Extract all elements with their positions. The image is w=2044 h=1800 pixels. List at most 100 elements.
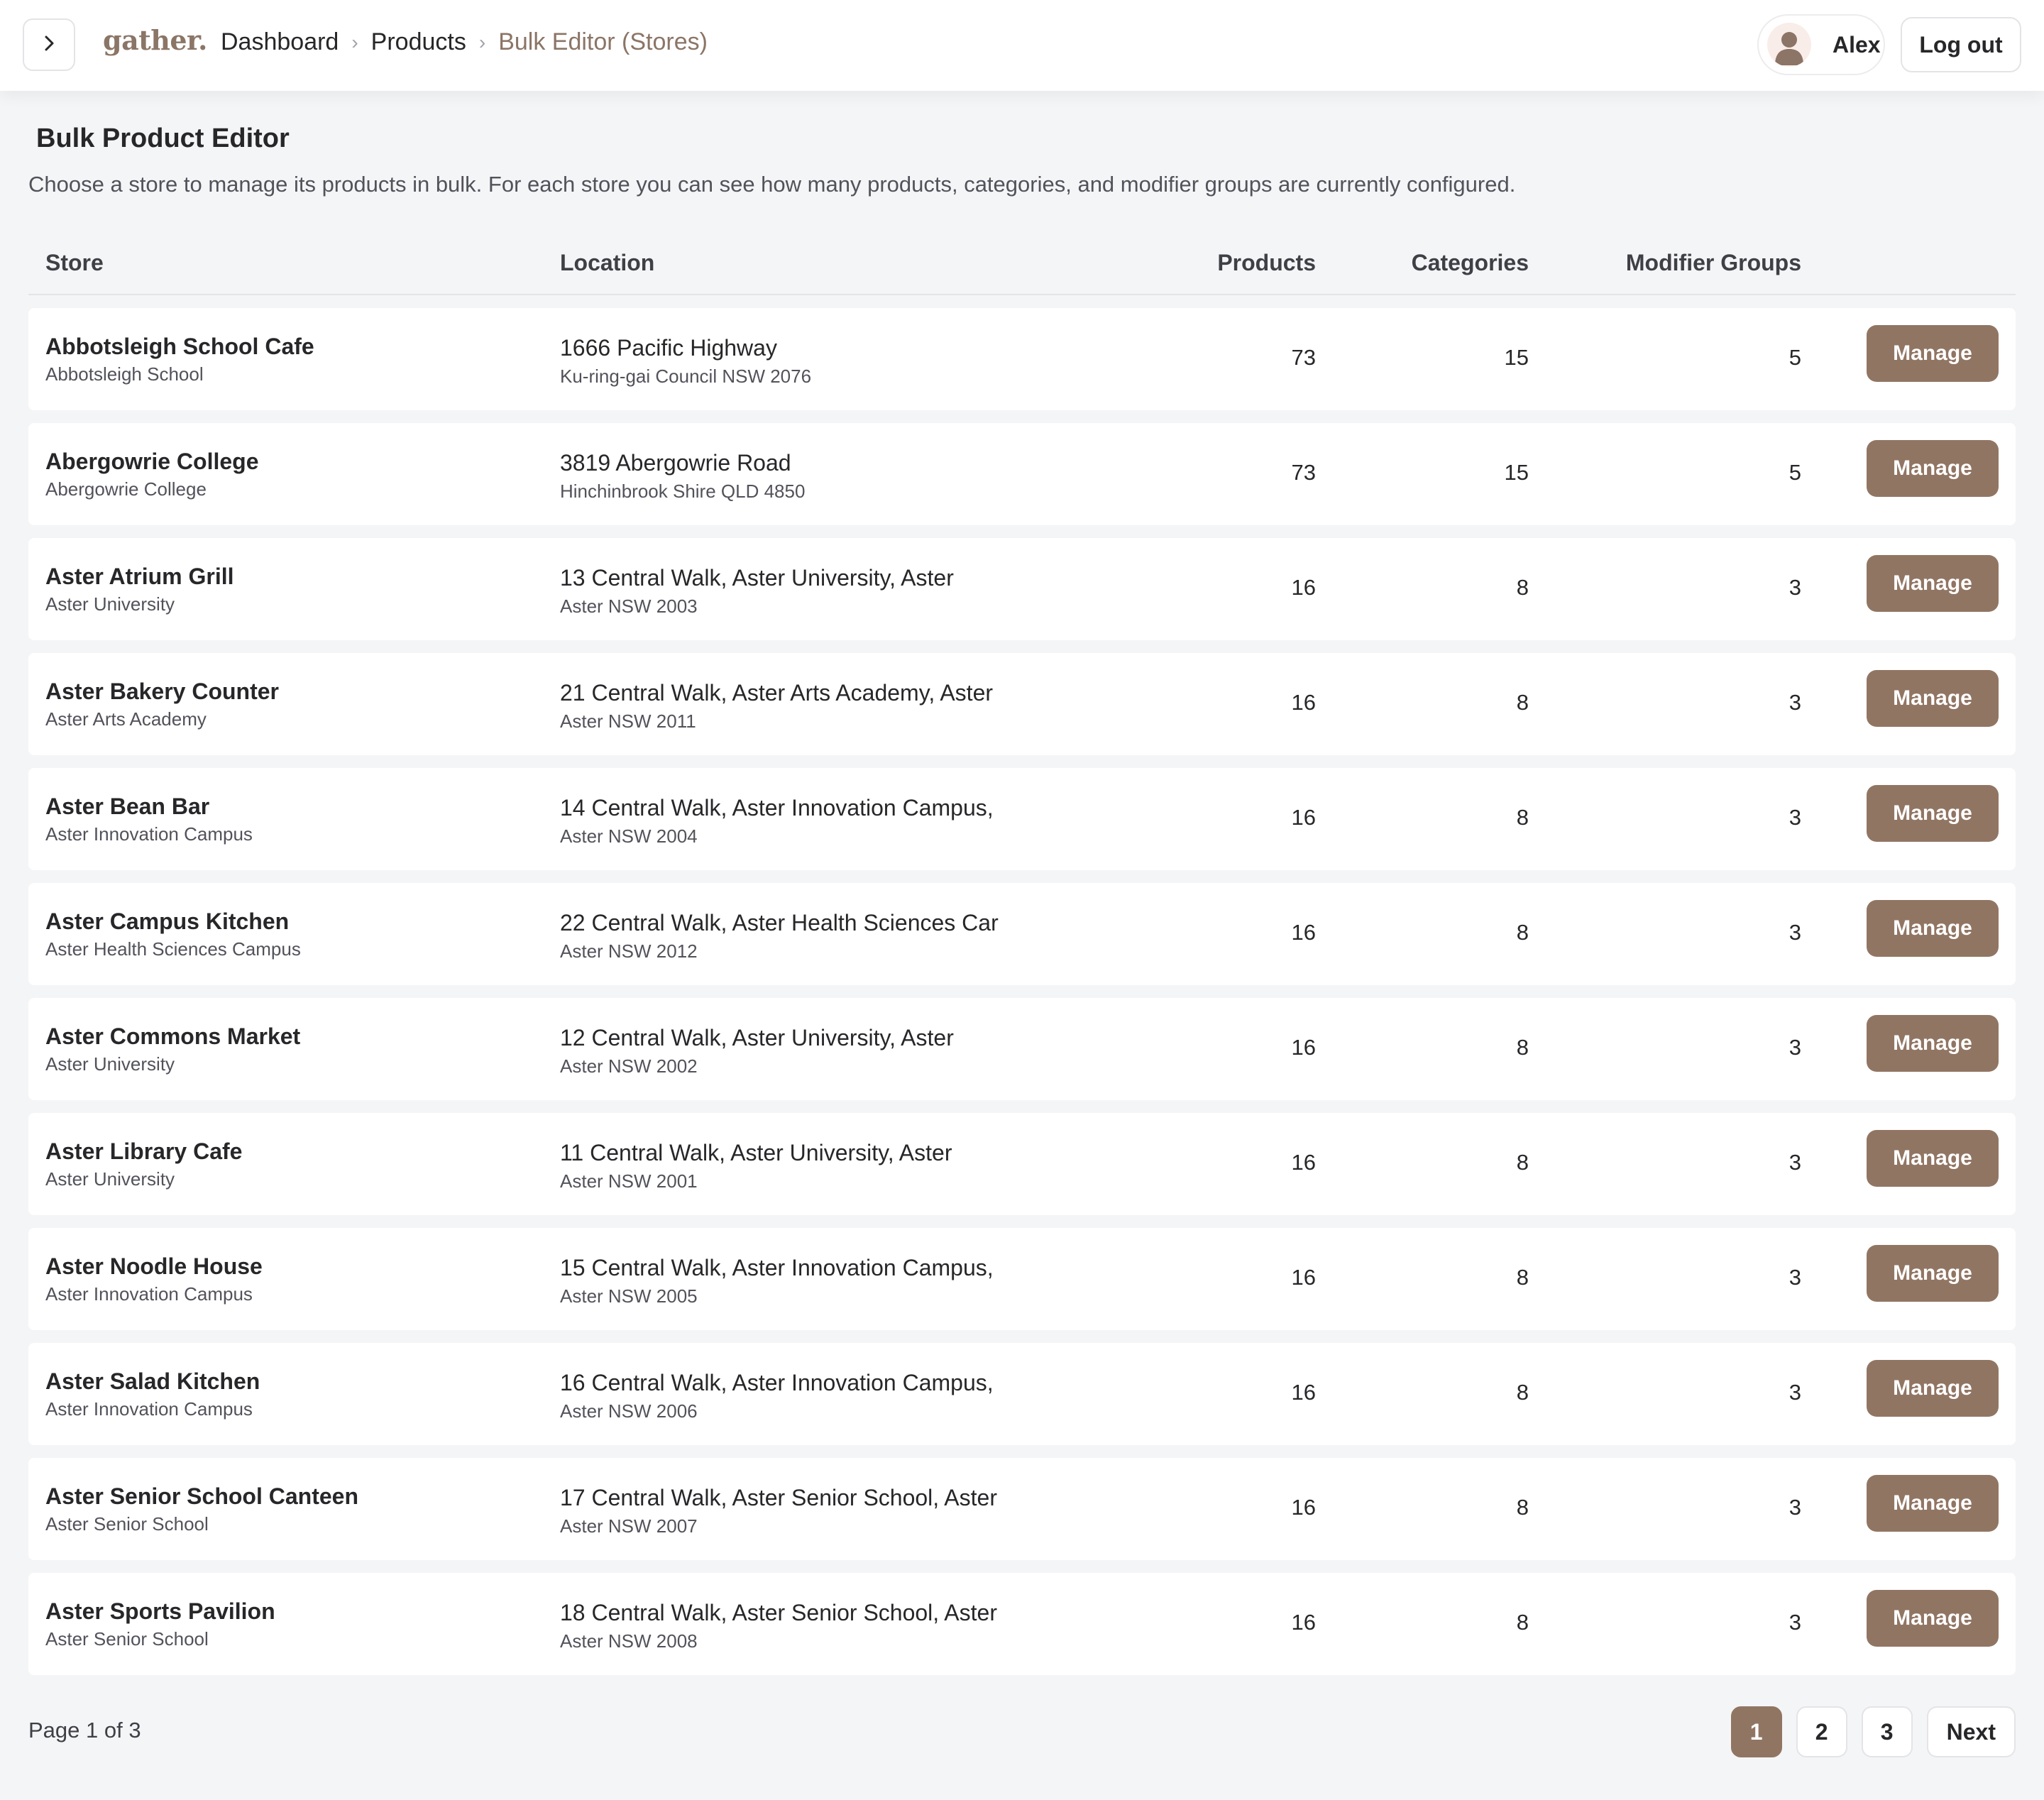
products-count: 16 xyxy=(1291,1265,1316,1290)
location-cell: 18 Central Walk, Aster Senior School, As… xyxy=(560,1600,1027,1652)
categories-count: 8 xyxy=(1516,1495,1529,1520)
location-cell: 21 Central Walk, Aster Arts Academy, Ast… xyxy=(560,680,1027,732)
store-organization: Aster University xyxy=(45,593,175,615)
table-row: Aster Sports Pavilion Aster Senior Schoo… xyxy=(28,1573,2016,1675)
location-cell: 15 Central Walk, Aster Innovation Campus… xyxy=(560,1255,1027,1307)
store-name: Aster Library Cafe xyxy=(45,1138,243,1164)
store-name: Aster Salad Kitchen xyxy=(45,1368,260,1394)
user-avatar-icon xyxy=(1767,23,1811,67)
column-header-modifier-groups: Modifier Groups xyxy=(1625,250,1801,275)
products-count: 16 xyxy=(1291,1610,1316,1635)
store-name: Aster Campus Kitchen xyxy=(45,909,290,934)
address-line: 16 Central Walk, Aster Innovation Campus… xyxy=(560,1370,994,1395)
products-count: 73 xyxy=(1291,345,1316,370)
store-organization: Aster University xyxy=(45,1053,175,1075)
manage-button[interactable]: Manage xyxy=(1867,785,1999,842)
address-line: 17 Central Walk, Aster Senior School, As… xyxy=(560,1485,997,1510)
manage-button[interactable]: Manage xyxy=(1867,325,1999,382)
manage-button[interactable]: Manage xyxy=(1867,1360,1999,1417)
modifier-groups-count: 3 xyxy=(1788,575,1801,600)
table-row: Abergowrie College Abergowrie College 38… xyxy=(28,423,2016,525)
manage-button[interactable]: Manage xyxy=(1867,1245,1999,1302)
page-button-3[interactable]: 3 xyxy=(1861,1706,1913,1757)
manage-button[interactable]: Manage xyxy=(1867,440,1999,497)
address-line: 15 Central Walk, Aster Innovation Campus… xyxy=(560,1255,994,1280)
address-area: Aster NSW 2006 xyxy=(560,1400,698,1422)
manage-button[interactable]: Manage xyxy=(1867,555,1999,612)
manage-button[interactable]: Manage xyxy=(1867,1130,1999,1187)
sidebar-toggle-button[interactable] xyxy=(23,18,75,71)
address-area: Aster NSW 2005 xyxy=(560,1285,698,1307)
store-name: Aster Noodle House xyxy=(45,1253,263,1279)
address-area: Aster NSW 2012 xyxy=(560,940,698,962)
categories-count: 15 xyxy=(1504,460,1529,485)
address-line: 13 Central Walk, Aster University, Aster xyxy=(560,565,954,591)
products-count: 16 xyxy=(1291,1035,1316,1060)
manage-button[interactable]: Manage xyxy=(1867,1475,1999,1532)
manage-button[interactable]: Manage xyxy=(1867,670,1999,727)
store-organization: Aster Innovation Campus xyxy=(45,823,253,845)
table-header: Store Location Products Categories Modif… xyxy=(28,234,2016,295)
address-line: 3819 Abergowrie Road xyxy=(560,450,791,476)
user-menu-button[interactable]: Alex xyxy=(1757,14,1885,75)
store-name: Aster Bean Bar xyxy=(45,794,210,819)
chevron-right-icon: › xyxy=(351,31,358,53)
table-row: Aster Campus Kitchen Aster Health Scienc… xyxy=(28,883,2016,985)
column-header-store: Store xyxy=(45,250,104,275)
breadcrumb-dashboard[interactable]: Dashboard xyxy=(221,28,339,56)
store-name: Aster Sports Pavilion xyxy=(45,1598,275,1624)
next-page-button[interactable]: Next xyxy=(1926,1706,2016,1757)
categories-count: 8 xyxy=(1516,1380,1529,1405)
address-area: Aster NSW 2001 xyxy=(560,1170,698,1192)
manage-button[interactable]: Manage xyxy=(1867,900,1999,957)
store-name: Aster Bakery Counter xyxy=(45,679,279,704)
modifier-groups-count: 3 xyxy=(1788,1610,1801,1635)
table-row: Aster Atrium Grill Aster University 13 C… xyxy=(28,538,2016,640)
user-name: Alex xyxy=(1833,31,1881,57)
address-area: Aster NSW 2008 xyxy=(560,1630,698,1652)
breadcrumb: Dashboard › Products › Bulk Editor (Stor… xyxy=(221,28,708,56)
store-name: Abbotsleigh School Cafe xyxy=(45,334,314,359)
store-organization: Aster Health Sciences Campus xyxy=(45,938,301,960)
store-organization: Aster Innovation Campus xyxy=(45,1283,253,1305)
store-organization: Abbotsleigh School xyxy=(45,363,204,385)
categories-count: 8 xyxy=(1516,1610,1529,1635)
location-cell: 22 Central Walk, Aster Health Sciences C… xyxy=(560,910,1027,962)
column-header-categories: Categories xyxy=(1411,250,1529,275)
address-area: Aster NSW 2007 xyxy=(560,1515,698,1537)
categories-count: 8 xyxy=(1516,1265,1529,1290)
address-line: 21 Central Walk, Aster Arts Academy, Ast… xyxy=(560,680,994,706)
location-cell: 14 Central Walk, Aster Innovation Campus… xyxy=(560,795,1027,847)
address-area: Aster NSW 2003 xyxy=(560,596,698,617)
products-count: 16 xyxy=(1291,690,1316,715)
categories-count: 8 xyxy=(1516,805,1529,830)
page-button-2[interactable]: 2 xyxy=(1796,1706,1847,1757)
categories-count: 8 xyxy=(1516,1035,1529,1060)
categories-count: 8 xyxy=(1516,575,1529,600)
categories-count: 8 xyxy=(1516,690,1529,715)
location-cell: 17 Central Walk, Aster Senior School, As… xyxy=(560,1485,1027,1537)
logout-button[interactable]: Log out xyxy=(1901,17,2021,72)
address-area: Aster NSW 2002 xyxy=(560,1055,698,1077)
table-row: Aster Noodle House Aster Innovation Camp… xyxy=(28,1228,2016,1330)
address-area: Hinchinbrook Shire QLD 4850 xyxy=(560,481,806,502)
location-cell: 12 Central Walk, Aster University, Aster… xyxy=(560,1025,1027,1077)
address-line: 14 Central Walk, Aster Innovation Campus… xyxy=(560,795,994,821)
store-name: Aster Atrium Grill xyxy=(45,564,234,589)
manage-button[interactable]: Manage xyxy=(1867,1015,1999,1072)
modifier-groups-count: 3 xyxy=(1788,920,1801,945)
manage-button[interactable]: Manage xyxy=(1867,1590,1999,1647)
store-organization: Aster Arts Academy xyxy=(45,708,207,730)
products-count: 73 xyxy=(1291,460,1316,485)
table-row: Aster Senior School Canteen Aster Senior… xyxy=(28,1458,2016,1560)
app-logo[interactable]: gather. xyxy=(103,24,207,56)
address-line: 12 Central Walk, Aster University, Aster xyxy=(560,1025,954,1050)
address-line: 22 Central Walk, Aster Health Sciences C… xyxy=(560,910,999,935)
address-area: Aster NSW 2011 xyxy=(560,710,696,732)
table-row: Aster Bakery Counter Aster Arts Academy … xyxy=(28,653,2016,755)
products-count: 16 xyxy=(1291,805,1316,830)
page-button-1[interactable]: 1 xyxy=(1730,1706,1782,1757)
store-name: Abergowrie College xyxy=(45,449,259,474)
breadcrumb-products[interactable]: Products xyxy=(371,28,466,56)
products-count: 16 xyxy=(1291,920,1316,945)
